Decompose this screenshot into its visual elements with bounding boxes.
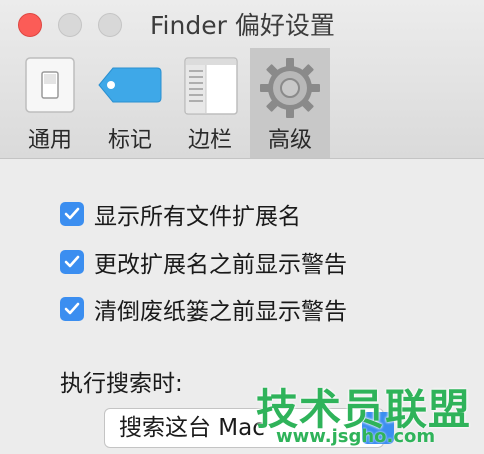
checkmark-icon bbox=[64, 255, 80, 268]
title-toolbar: Finder 偏好设置 通用 标记 边栏 高级 bbox=[0, 0, 484, 159]
tag-icon bbox=[97, 56, 163, 118]
switch-icon bbox=[22, 56, 78, 118]
minimize-button[interactable] bbox=[58, 13, 82, 37]
sidebar-icon bbox=[181, 56, 239, 120]
extension-warning-label: 更改扩展名之前显示警告 bbox=[94, 252, 347, 278]
tab-sidebar[interactable]: 边栏 bbox=[174, 48, 246, 158]
tab-tags[interactable]: 标记 bbox=[92, 48, 168, 158]
show-extensions-label: 显示所有文件扩展名 bbox=[94, 204, 301, 230]
tab-general-label: 通用 bbox=[27, 128, 72, 153]
window-title: Finder 偏好设置 bbox=[150, 11, 335, 40]
tab-tags-label: 标记 bbox=[107, 128, 152, 153]
tab-sidebar-label: 边栏 bbox=[187, 128, 232, 153]
extension-warning-checkbox[interactable] bbox=[60, 250, 84, 274]
search-scope-label: 执行搜索时: bbox=[60, 371, 183, 397]
gear-icon bbox=[258, 56, 322, 124]
show-extensions-checkbox[interactable] bbox=[60, 202, 84, 226]
trash-warning-checkbox[interactable] bbox=[60, 297, 84, 321]
checkmark-icon bbox=[64, 302, 80, 315]
finder-preferences-window: Finder 偏好设置 通用 标记 边栏 高级 显示所有文件扩展名 更改扩展名之… bbox=[0, 0, 484, 454]
checkbox-row-trash-warning[interactable]: 清倒废纸篓之前显示警告 bbox=[60, 293, 347, 325]
watermark-url: www.jsgho.com bbox=[276, 426, 436, 447]
trash-warning-label: 清倒废纸篓之前显示警告 bbox=[94, 299, 347, 325]
tab-general[interactable]: 通用 bbox=[14, 48, 86, 158]
checkbox-row-show-extensions[interactable]: 显示所有文件扩展名 bbox=[60, 198, 301, 230]
tab-advanced[interactable]: 高级 bbox=[250, 48, 330, 158]
zoom-button[interactable] bbox=[98, 13, 122, 37]
checkbox-row-extension-warning[interactable]: 更改扩展名之前显示警告 bbox=[60, 246, 347, 278]
close-button[interactable] bbox=[18, 13, 42, 37]
tab-advanced-label: 高级 bbox=[267, 128, 312, 153]
checkmark-icon bbox=[64, 207, 80, 220]
